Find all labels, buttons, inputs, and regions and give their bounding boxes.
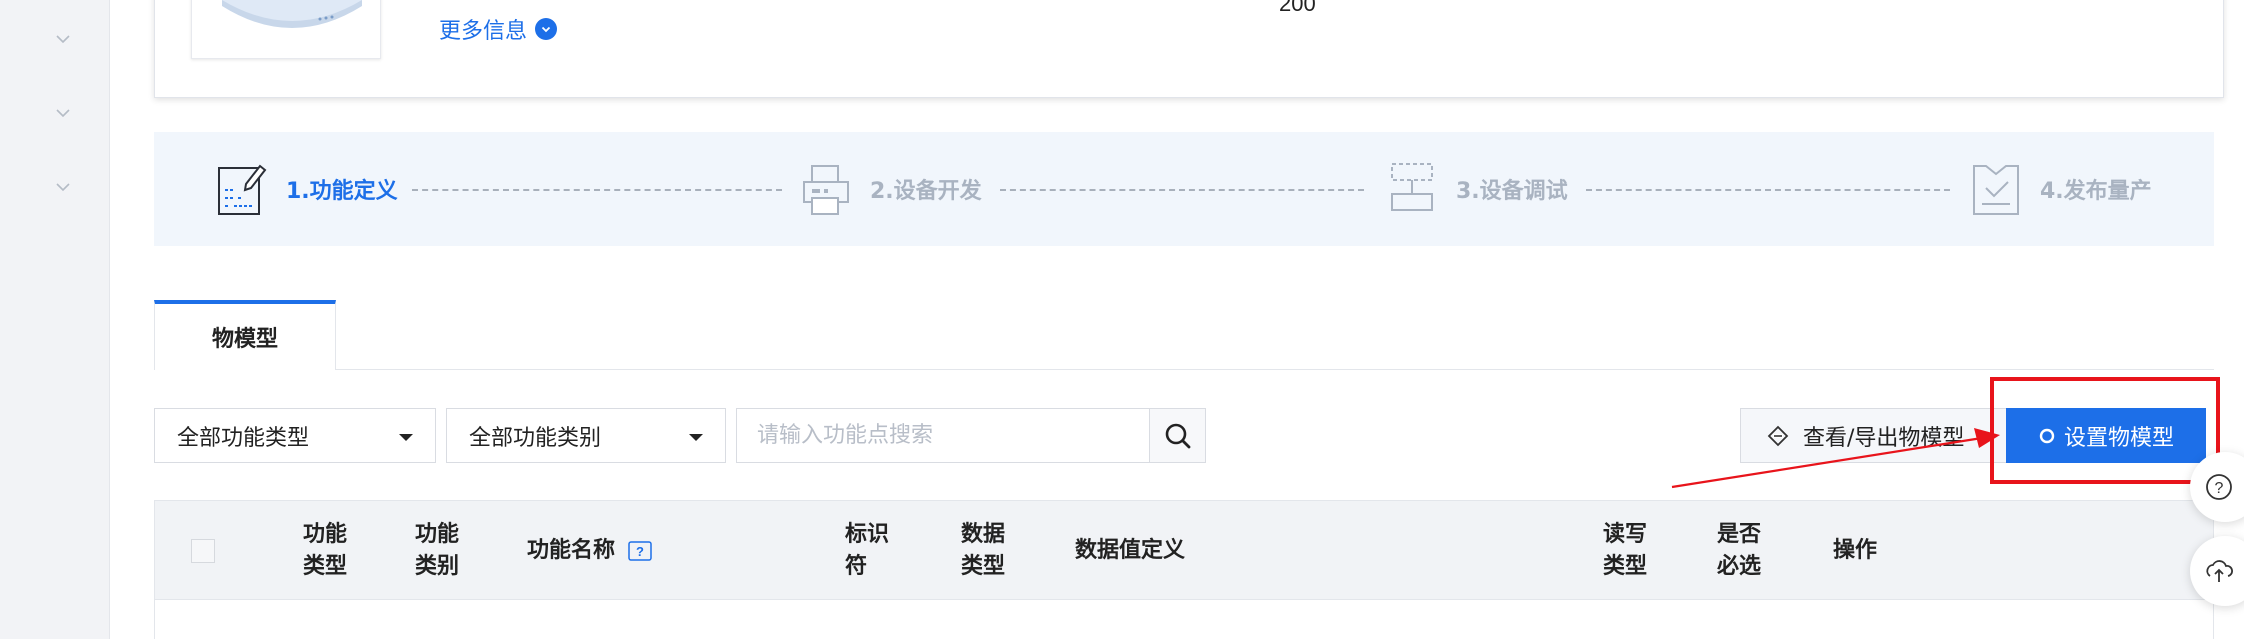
header-text: 数据 xyxy=(961,522,1006,547)
header-text: 数据值定义 xyxy=(1075,538,1186,563)
clipboard-check-icon xyxy=(1973,165,2019,215)
col-rw-type[interactable]: 读写 类型 xyxy=(1603,501,1647,601)
tab-thing-model[interactable]: 物模型 xyxy=(154,300,336,370)
table-body xyxy=(154,600,2214,639)
search-icon xyxy=(1165,423,1190,448)
function-type-select[interactable]: 全部功能类型 xyxy=(154,408,436,463)
cloud-upload-icon xyxy=(2206,560,2233,582)
step-release[interactable]: 4.发布量产 xyxy=(1970,132,2152,246)
function-category-select[interactable]: 全部功能类别 xyxy=(446,408,726,463)
printer-icon xyxy=(803,165,849,215)
step-develop[interactable]: 2.设备开发 xyxy=(800,132,982,246)
header-text: 类别 xyxy=(415,554,460,579)
select-all-checkbox[interactable] xyxy=(191,539,215,563)
col-operation[interactable]: 操作 xyxy=(1833,501,1877,601)
function-category-value: 全部功能类别 xyxy=(469,425,602,451)
view-export-model-button[interactable]: 查看/导出物模型 xyxy=(1740,408,2010,463)
function-type-value: 全部功能类型 xyxy=(177,425,310,451)
header-text: 符 xyxy=(845,554,868,579)
step-define[interactable]: 1.功能定义 xyxy=(216,132,398,246)
diamond-arrow-icon xyxy=(1767,425,1789,447)
chevron-down-icon[interactable] xyxy=(52,102,74,124)
gear-icon xyxy=(2038,427,2056,445)
chevron-down-icon[interactable] xyxy=(52,176,74,198)
step-connector xyxy=(412,189,782,191)
col-function-category[interactable]: 功能 类别 xyxy=(415,501,459,601)
header-text: 功能 xyxy=(303,522,348,547)
view-export-label: 查看/导出物模型 xyxy=(1803,425,1965,451)
table-header: 功能类型 功能类别 功能名称 ? 标识符 数据类型 数据值定义 读写类型 是否必… xyxy=(154,500,2214,600)
col-data-definition[interactable]: 数据值定义 xyxy=(1075,501,1185,601)
header-text: 功能 xyxy=(415,522,460,547)
search-input[interactable] xyxy=(737,409,1147,462)
more-info-link[interactable]: 更多信息 xyxy=(439,13,558,45)
set-model-label: 设置物模型 xyxy=(2063,425,2174,451)
col-required[interactable]: 是否 必选 xyxy=(1717,501,1761,601)
svg-text:?: ? xyxy=(636,544,644,559)
help-icon[interactable]: ? xyxy=(627,540,653,562)
header-text: 功能名称 xyxy=(527,538,616,563)
col-function-name[interactable]: 功能名称 ? xyxy=(527,501,653,601)
edit-document-icon xyxy=(218,164,267,215)
header-text: 操作 xyxy=(1833,538,1878,563)
header-text: 是否 xyxy=(1717,522,1762,547)
more-info-label: 更多信息 xyxy=(439,19,528,44)
search-box xyxy=(736,408,1206,463)
chevron-down-icon[interactable] xyxy=(52,28,74,50)
step-debug[interactable]: 3.设备调试 xyxy=(1386,132,1568,246)
main-content: 更多信息 200 1.功能定义 2.设备开发 3.设备调试 4.发布量产 物模型… xyxy=(110,0,2244,639)
caret-down-icon xyxy=(689,434,703,441)
count-value: 200 xyxy=(1279,0,1316,16)
network-debug-icon xyxy=(1391,163,1433,211)
header-text: 读写 xyxy=(1603,522,1648,547)
header-text: 类型 xyxy=(961,554,1006,579)
step-connector xyxy=(1586,189,1950,191)
header-text: 标识 xyxy=(845,522,890,547)
tab-bar: 物模型 xyxy=(154,300,2214,370)
header-text: 类型 xyxy=(1603,554,1648,579)
set-thing-model-button[interactable]: 设置物模型 xyxy=(2006,408,2206,463)
sidebar xyxy=(0,0,110,639)
header-text: 类型 xyxy=(303,554,348,579)
step-connector xyxy=(1000,189,1364,191)
chevron-down-circle-icon xyxy=(535,18,558,40)
step-label: 1.功能定义 xyxy=(286,179,398,204)
step-label: 2.设备开发 xyxy=(870,179,982,204)
step-label: 3.设备调试 xyxy=(1456,179,1568,204)
progress-stepper: 1.功能定义 2.设备开发 3.设备调试 4.发布量产 xyxy=(154,132,2214,246)
product-info-card: 更多信息 200 xyxy=(154,0,2224,98)
svg-text:?: ? xyxy=(2215,480,2224,497)
header-text: 必选 xyxy=(1717,554,1762,579)
col-function-type[interactable]: 功能 类型 xyxy=(303,501,347,601)
col-data-type[interactable]: 数据 类型 xyxy=(961,501,1005,601)
caret-down-icon xyxy=(399,434,413,441)
product-image xyxy=(191,0,381,59)
search-button[interactable] xyxy=(1149,409,1205,462)
step-label: 4.发布量产 xyxy=(2040,179,2152,204)
col-identifier[interactable]: 标识符 xyxy=(845,501,889,601)
question-icon: ? xyxy=(2206,474,2232,500)
